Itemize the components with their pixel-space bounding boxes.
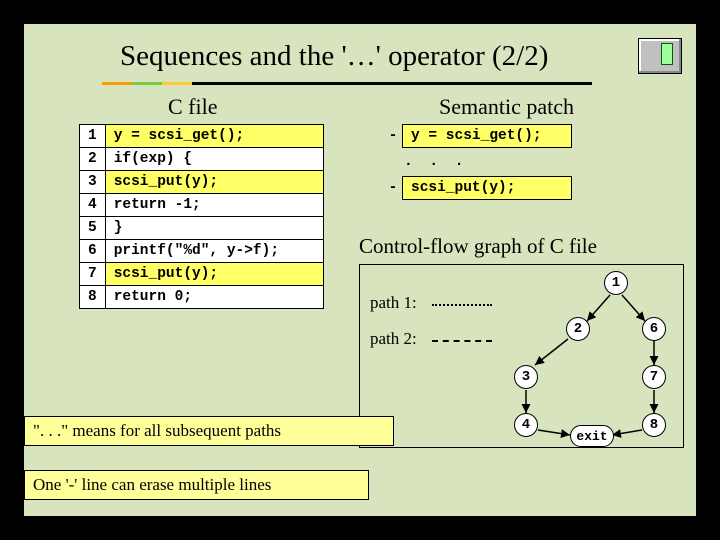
sem-line: - scsi_put(y); bbox=[384, 176, 684, 200]
cfg-node: 2 bbox=[566, 317, 590, 341]
path2-legend-line bbox=[432, 340, 492, 342]
path2-label: path 2: bbox=[370, 329, 417, 349]
slide: Sequences and the '…' operator (2/2) C f… bbox=[22, 22, 698, 518]
note-allpaths: ". . ." means for all subsequent paths bbox=[24, 416, 394, 446]
title-rule bbox=[102, 82, 592, 85]
cfg-heading: Control-flow graph of C file bbox=[359, 234, 597, 259]
sem-heading: Semantic patch bbox=[439, 94, 574, 120]
table-row: 1y = scsi_get(); bbox=[80, 125, 324, 148]
cfg-node: 3 bbox=[514, 365, 538, 389]
note-erase: One '-' line can erase multiple lines bbox=[24, 470, 369, 500]
table-row: 4 return -1; bbox=[80, 194, 324, 217]
table-row: 7scsi_put(y); bbox=[80, 263, 324, 286]
table-row: 3 scsi_put(y); bbox=[80, 171, 324, 194]
cfg-box: path 1: path 2: 1 2 6 3 7 4 8 exit bbox=[359, 264, 684, 448]
table-row: 8return 0; bbox=[80, 286, 324, 309]
path1-legend-line bbox=[432, 304, 492, 306]
window-icon bbox=[638, 38, 682, 74]
code-table: 1y = scsi_get(); 2if(exp) { 3 scsi_put(y… bbox=[79, 124, 324, 309]
cfg-node: 4 bbox=[514, 413, 538, 437]
table-row: 2if(exp) { bbox=[80, 148, 324, 171]
slide-title: Sequences and the '…' operator (2/2) bbox=[120, 40, 548, 73]
semantic-patch: - y = scsi_get(); . . . - scsi_put(y); bbox=[384, 124, 684, 206]
sem-line: . . . bbox=[404, 154, 684, 170]
path1-label: path 1: bbox=[370, 293, 417, 313]
cfg-node: 7 bbox=[642, 365, 666, 389]
cfg-node: 6 bbox=[642, 317, 666, 341]
cfg-node: 1 bbox=[604, 271, 628, 295]
cfile-heading: C file bbox=[168, 94, 218, 120]
table-row: 6printf("%d", y->f); bbox=[80, 240, 324, 263]
sem-line: - y = scsi_get(); bbox=[384, 124, 684, 148]
table-row: 5} bbox=[80, 217, 324, 240]
cfg-exit-node: exit bbox=[570, 425, 614, 447]
cfg-node: 8 bbox=[642, 413, 666, 437]
